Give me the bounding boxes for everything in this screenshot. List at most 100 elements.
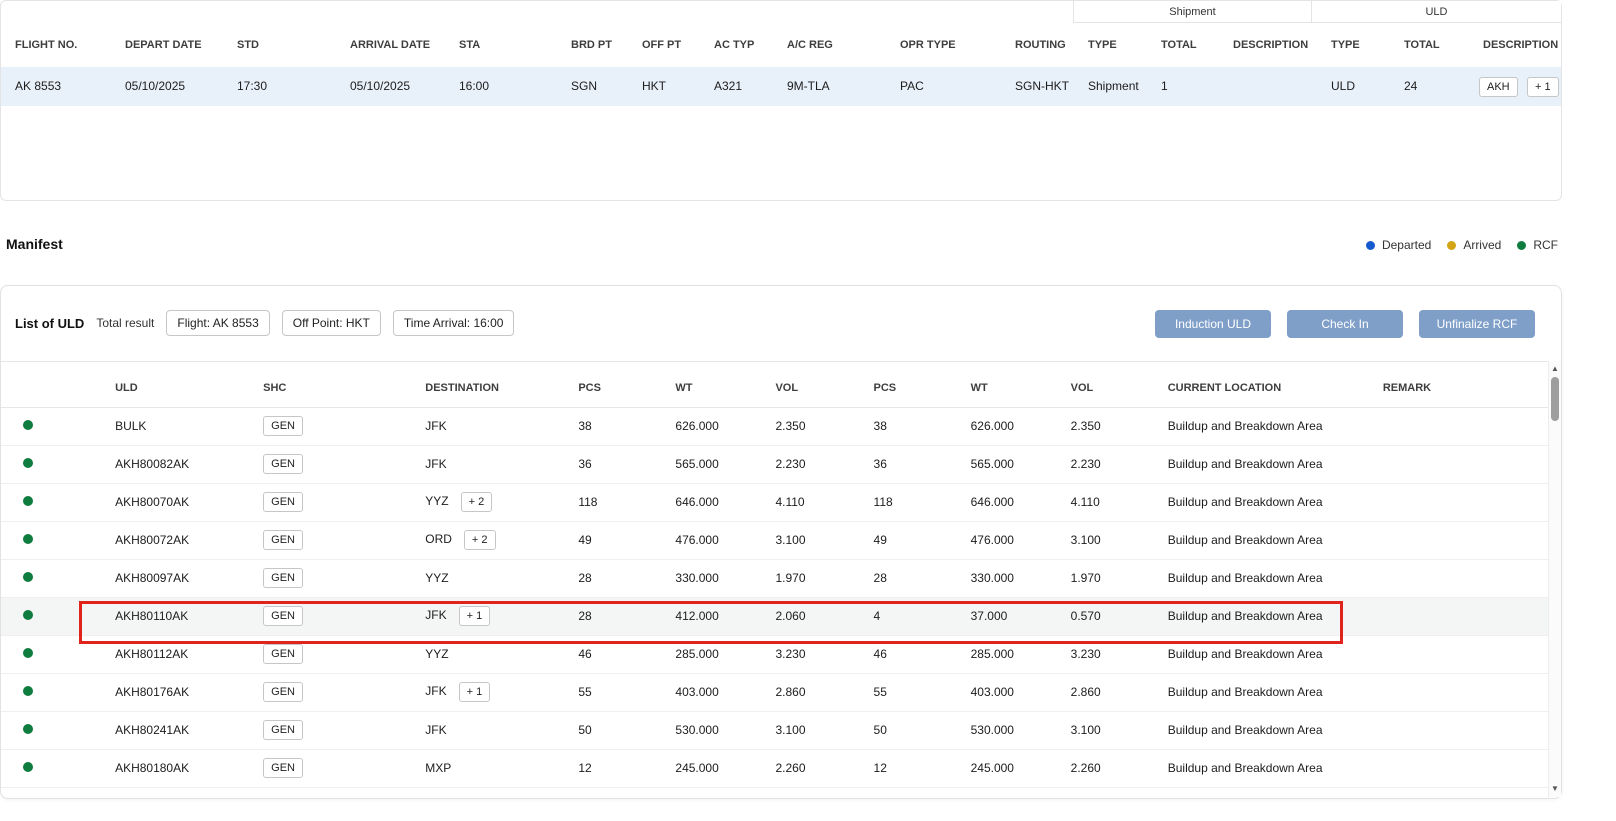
col-remark: REMARK — [1369, 370, 1551, 407]
col-opr-type: OPR TYPE — [900, 23, 956, 67]
legend-arrived-label: Arrived — [1463, 238, 1501, 252]
uld-table-row[interactable]: AKH80082AK GEN JFK 36 565.000 2.230 36 5… — [1, 445, 1551, 483]
pcs-actual-cell: 4 — [860, 597, 957, 635]
pcs-manifest-cell: 28 — [564, 597, 661, 635]
uld-table-row[interactable]: AKH80176AK GEN JFK+ 1 55 403.000 2.860 5… — [1, 673, 1551, 711]
destination-code: JFK — [425, 684, 446, 698]
remark-cell — [1369, 407, 1551, 445]
opr-type-value: PAC — [900, 67, 924, 106]
shc-chip: GEN — [263, 758, 303, 778]
current-location-cell: Buildup and Breakdown Area — [1154, 445, 1369, 483]
pcs-manifest-cell: 118 — [564, 483, 661, 521]
std-value: 17:30 — [237, 67, 267, 106]
current-location-cell: Buildup and Breakdown Area — [1154, 597, 1369, 635]
scrollbar-thumb[interactable] — [1551, 377, 1559, 421]
vol-manifest-cell: 2.260 — [761, 749, 859, 787]
uld-id-cell: AKH80070AK — [101, 483, 249, 521]
remark-cell — [1369, 521, 1551, 559]
col-off-pt: OFF PT — [642, 23, 681, 67]
shc-chip: GEN — [263, 568, 303, 588]
wt-actual-cell: 403.000 — [957, 673, 1057, 711]
uld-table-row[interactable]: AKH80241AK GEN JFK 50 530.000 3.100 50 5… — [1, 711, 1551, 749]
shc-cell: GEN — [249, 445, 411, 483]
flight-info-panel: Shipment ULD FLIGHT NO. DEPART DATE STD … — [0, 0, 1562, 201]
vol-manifest-cell: 2.060 — [761, 597, 859, 635]
uld-id-cell: AKH80110AK — [101, 597, 249, 635]
scroll-up-icon[interactable]: ▲ — [1549, 363, 1561, 375]
status-cell — [1, 407, 101, 445]
destination-code: JFK — [425, 419, 446, 433]
rcf-status-dot-icon — [23, 496, 33, 506]
uld-id-cell: AKH80097AK — [101, 559, 249, 597]
rcf-status-dot-icon — [23, 534, 33, 544]
col-uld-type: TYPE — [1331, 23, 1360, 67]
uld-table-row[interactable]: AKH80180AK GEN MXP 12 245.000 2.260 12 2… — [1, 749, 1551, 787]
current-location-cell: Buildup and Breakdown Area — [1154, 749, 1369, 787]
remark-cell — [1369, 749, 1551, 787]
remark-cell — [1369, 483, 1551, 521]
shc-cell: GEN — [249, 711, 411, 749]
destination-cell: JFK+ 1 — [411, 597, 564, 635]
check-in-button[interactable]: Check In — [1287, 310, 1403, 338]
uld-description-extra-chip: + 1 — [1527, 77, 1559, 97]
remark-cell — [1369, 559, 1551, 597]
ac-reg-value: 9M-TLA — [787, 67, 830, 106]
rcf-status-dot-icon — [23, 458, 33, 468]
wt-manifest-cell: 285.000 — [661, 635, 761, 673]
unfinalize-rcf-button[interactable]: Unfinalize RCF — [1419, 310, 1535, 338]
arrival-date-value: 05/10/2025 — [350, 67, 410, 106]
shc-cell: GEN — [249, 597, 411, 635]
group-header-shipment: Shipment — [1073, 1, 1311, 23]
status-cell — [1, 521, 101, 559]
destination-code: YYZ — [425, 494, 448, 508]
shc-chip: GEN — [263, 720, 303, 740]
shc-chip: GEN — [263, 454, 303, 474]
col-sta: STA — [459, 23, 480, 67]
scroll-down-icon[interactable]: ▼ — [1549, 783, 1561, 795]
col-status — [1, 370, 101, 407]
induction-uld-button[interactable]: Induction ULD — [1155, 310, 1271, 338]
time-arrival-filter-chip: Time Arrival: 16:00 — [393, 310, 515, 336]
shc-cell: GEN — [249, 559, 411, 597]
flight-row[interactable]: AK 8553 05/10/2025 17:30 05/10/2025 16:0… — [1, 67, 1561, 106]
current-location-cell: Buildup and Breakdown Area — [1154, 635, 1369, 673]
wt-manifest-cell: 245.000 — [661, 749, 761, 787]
uld-table-row[interactable]: AKH80110AK GEN JFK+ 1 28 412.000 2.060 4… — [1, 597, 1551, 635]
pcs-manifest-cell: 50 — [564, 711, 661, 749]
wt-actual-cell: 646.000 — [957, 483, 1057, 521]
destination-cell: JFK+ 1 — [411, 673, 564, 711]
col-shipment-type: TYPE — [1088, 23, 1117, 67]
destination-cell: JFK — [411, 445, 564, 483]
destination-code: ORD — [425, 532, 452, 546]
wt-actual-cell: 530.000 — [957, 711, 1057, 749]
col-std: STD — [237, 23, 259, 67]
wt-actual-cell: 626.000 — [957, 407, 1057, 445]
uld-table-row[interactable]: AKH80072AK GEN ORD+ 2 49 476.000 3.100 4… — [1, 521, 1551, 559]
uld-desc-value: AKH + 1 — [1479, 67, 1559, 106]
remark-cell — [1369, 445, 1551, 483]
col-pcs-actual: PCS — [860, 370, 957, 407]
brd-pt-value: SGN — [571, 67, 597, 106]
pcs-actual-cell: 50 — [860, 711, 957, 749]
col-arrival-date: ARRIVAL DATE — [350, 23, 430, 67]
flight-filter-chip: Flight: AK 8553 — [166, 310, 269, 336]
status-cell — [1, 635, 101, 673]
uld-table-row[interactable]: AKH80070AK GEN YYZ+ 2 118 646.000 4.110 … — [1, 483, 1551, 521]
pcs-actual-cell: 55 — [860, 673, 957, 711]
shc-chip: GEN — [263, 682, 303, 702]
rcf-status-dot-icon — [23, 420, 33, 430]
uld-table-row[interactable]: AKH80097AK GEN YYZ 28 330.000 1.970 28 3… — [1, 559, 1551, 597]
pcs-manifest-cell: 36 — [564, 445, 661, 483]
shc-cell: GEN — [249, 673, 411, 711]
uld-table-row[interactable]: BULK GEN JFK 38 626.000 2.350 38 626.000… — [1, 407, 1551, 445]
uld-table-row[interactable]: AKH80112AK GEN YYZ 46 285.000 3.230 46 2… — [1, 635, 1551, 673]
vol-manifest-cell: 2.860 — [761, 673, 859, 711]
destination-cell: YYZ — [411, 559, 564, 597]
status-cell — [1, 749, 101, 787]
legend-departed: Departed — [1366, 238, 1431, 252]
col-vol-manifest: VOL — [761, 370, 859, 407]
destination-cell: ORD+ 2 — [411, 521, 564, 559]
vol-actual-cell: 0.570 — [1057, 597, 1154, 635]
vertical-scrollbar[interactable]: ▲ ▼ — [1548, 361, 1561, 797]
vol-actual-cell: 3.100 — [1057, 711, 1154, 749]
